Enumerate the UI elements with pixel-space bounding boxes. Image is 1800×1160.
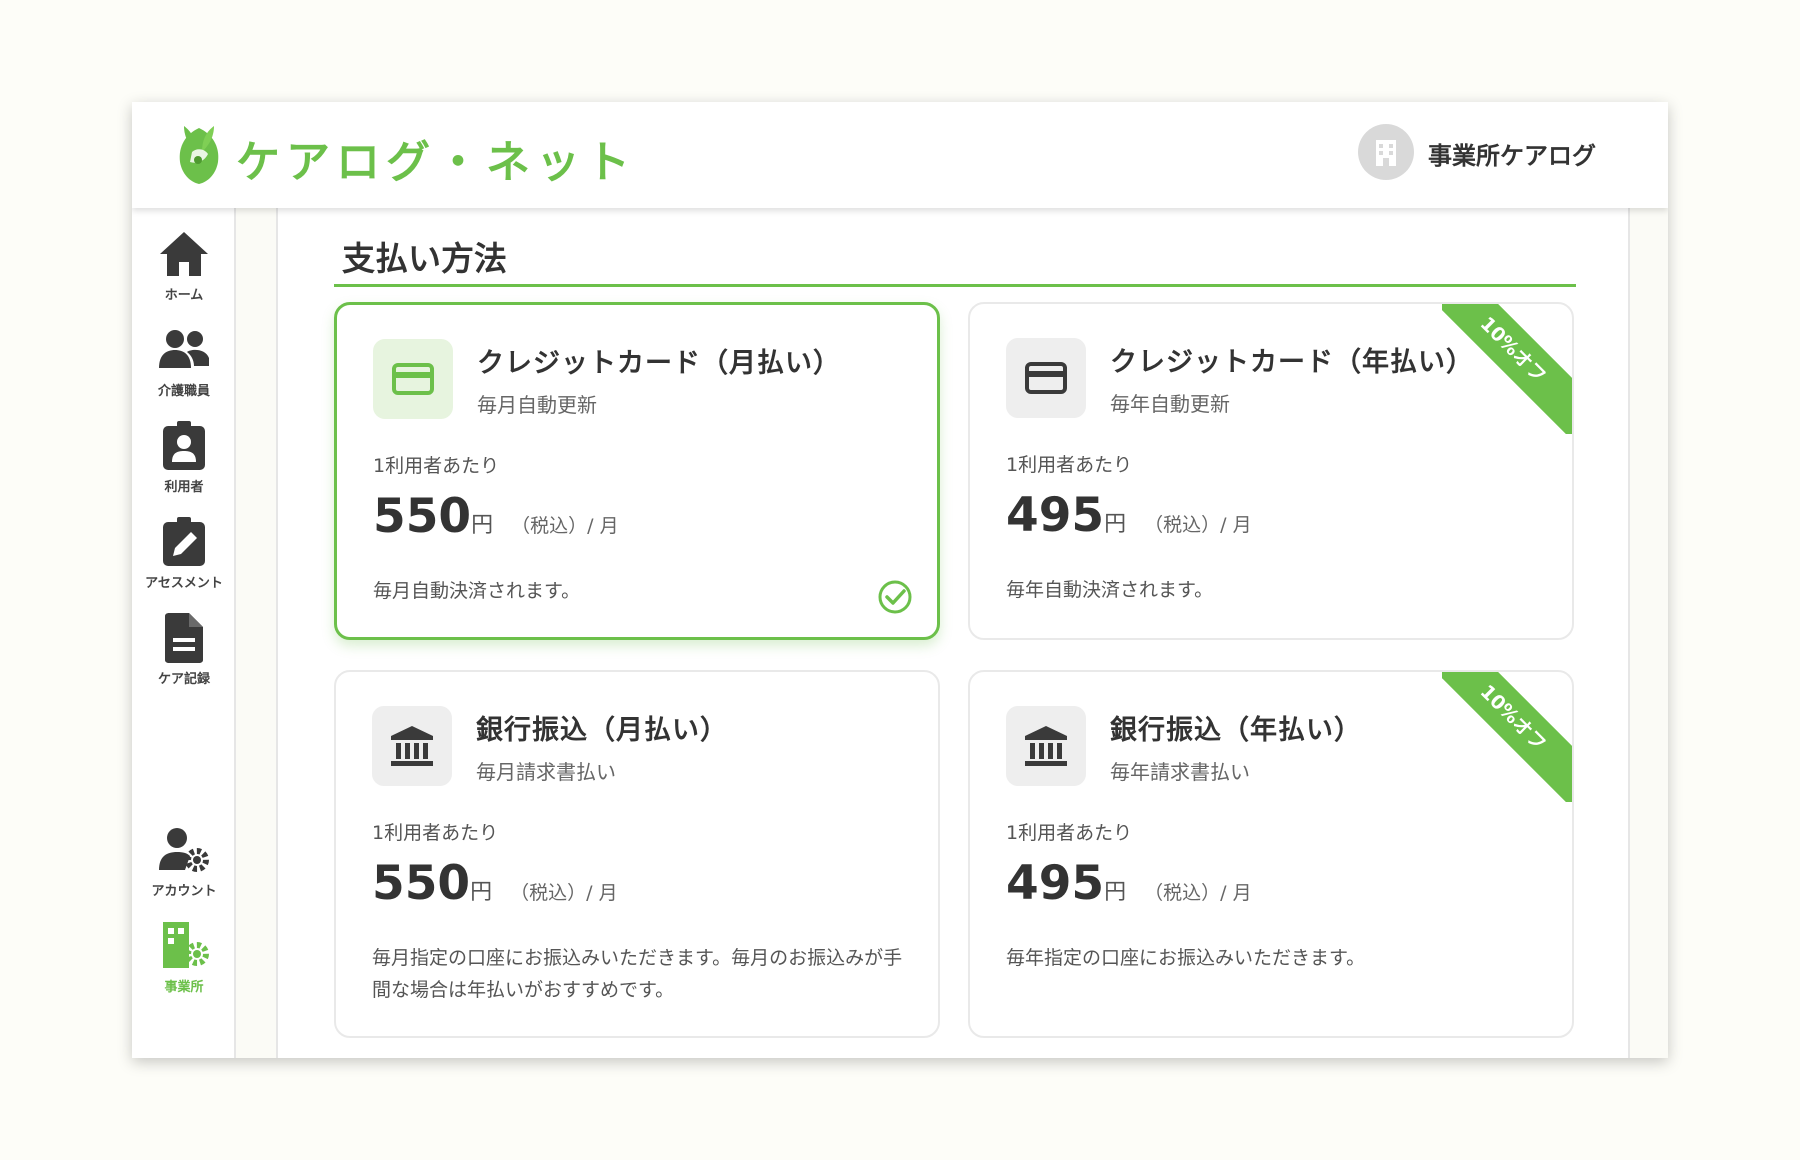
account-settings-icon	[156, 822, 212, 878]
method-description: 毎月自動決済されます。	[373, 580, 581, 602]
price-value: 495	[1006, 488, 1105, 543]
per-user-label: 1利用者あたり	[373, 455, 500, 477]
price-currency: 円	[1104, 512, 1127, 537]
method-title: 銀行振込（年払い）	[1110, 715, 1362, 746]
sidebar-item-home[interactable]: ホーム	[132, 226, 236, 312]
edit-icon	[156, 514, 212, 570]
sidebar-item-label: 介護職員	[157, 384, 210, 399]
sidebar-item-label: アカウント	[151, 884, 217, 899]
per-user-label: 1利用者あたり	[1006, 454, 1133, 476]
price-currency: 円	[471, 513, 494, 538]
sidebar-item-label: 事業所	[164, 980, 204, 995]
price-value: 550	[372, 856, 471, 911]
payment-option-bank-yearly[interactable]: 銀行振込（年払い） 毎年請求書払い 1利用者あたり 495円 （税込）/ 月 毎年…	[968, 670, 1574, 1038]
per-user-label: 1利用者あたり	[372, 822, 499, 844]
app-header: ケアログ・ネット 事業所ケアログ	[132, 102, 1668, 208]
method-subtitle: 毎月請求書払い	[476, 760, 616, 784]
payment-option-credit-yearly[interactable]: クレジットカード（年払い） 毎年自動更新 1利用者あたり 495円 （税込）/ 月…	[968, 302, 1574, 640]
sidebar-item-office[interactable]: 事業所	[132, 918, 236, 1004]
sidebar-item-care-records[interactable]: ケア記録	[132, 610, 236, 696]
sidebar-item-label: アセスメント	[145, 576, 223, 591]
office-avatar[interactable]	[1358, 124, 1414, 180]
sidebar: ホーム 介護職員 利用者 アセスメント ケア記録 アカウント 事業所	[132, 208, 236, 1058]
payment-option-credit-monthly[interactable]: クレジットカード（月払い） 毎月自動更新 1利用者あたり 550円 （税込）/ 月…	[334, 302, 940, 640]
method-description: 毎年指定の口座にお振込みいただきます。	[1006, 947, 1366, 969]
credit-card-icon	[373, 339, 453, 419]
price-currency: 円	[470, 880, 493, 905]
method-description: 毎月指定の口座にお振込みいただきます。毎月のお振込みが手間な場合は年払いがおすす…	[372, 947, 903, 1001]
page-title: 支払い方法	[342, 239, 507, 278]
price-row: 550円 （税込）/ 月	[372, 856, 618, 911]
sidebar-item-account[interactable]: アカウント	[132, 822, 236, 908]
price-row: 550円 （税込）/ 月	[373, 489, 619, 544]
app-window: ケアログ・ネット 事業所ケアログ ホーム 介護職員 利用者 アセスメント ケア記…	[132, 102, 1668, 1058]
sub-sidebar-rail	[236, 208, 278, 1058]
method-subtitle: 毎年自動更新	[1110, 392, 1230, 416]
bank-icon	[372, 706, 452, 786]
building-icon	[1376, 140, 1396, 166]
discount-ribbon-label: 10%オフ	[1442, 672, 1572, 802]
price-currency: 円	[1104, 880, 1127, 905]
discount-ribbon: 10%オフ	[1442, 672, 1572, 802]
app-logo-text: ケアログ・ネット	[236, 137, 636, 188]
office-name[interactable]: 事業所ケアログ	[1428, 136, 1596, 171]
home-icon	[156, 226, 212, 282]
sidebar-item-label: 利用者	[164, 480, 204, 495]
price-tax-period: （税込）/ 月	[1144, 514, 1252, 536]
sidebar-item-staff[interactable]: 介護職員	[132, 322, 236, 408]
per-user-label: 1利用者あたり	[1006, 822, 1133, 844]
method-title: クレジットカード（年払い）	[1110, 347, 1474, 378]
office-settings-icon	[156, 918, 212, 974]
method-description: 毎年自動決済されます。	[1006, 579, 1214, 601]
sidebar-item-label: ホーム	[164, 288, 204, 303]
user-badge-icon	[156, 418, 212, 474]
method-title: 銀行振込（月払い）	[476, 715, 728, 746]
sidebar-item-label: ケア記録	[157, 672, 210, 687]
right-rail	[1628, 208, 1668, 1058]
price-tax-period: （税込）/ 月	[1144, 882, 1252, 904]
document-icon	[156, 610, 212, 666]
logo-leaf-icon	[174, 122, 224, 186]
staff-icon	[156, 322, 212, 378]
discount-ribbon-label: 10%オフ	[1442, 304, 1572, 434]
check-circle-icon	[877, 579, 913, 615]
method-subtitle: 毎年請求書払い	[1110, 760, 1250, 784]
price-row: 495円 （税込）/ 月	[1006, 856, 1252, 911]
price-value: 495	[1006, 856, 1105, 911]
sidebar-item-users[interactable]: 利用者	[132, 418, 236, 504]
price-tax-period: （税込）/ 月	[510, 882, 618, 904]
title-underline	[334, 284, 1576, 287]
method-title: クレジットカード（月払い）	[477, 348, 841, 379]
method-subtitle: 毎月自動更新	[477, 393, 597, 417]
price-value: 550	[373, 489, 472, 544]
price-row: 495円 （税込）/ 月	[1006, 488, 1252, 543]
payment-option-bank-monthly[interactable]: 銀行振込（月払い） 毎月請求書払い 1利用者あたり 550円 （税込）/ 月 毎月…	[334, 670, 940, 1038]
discount-ribbon: 10%オフ	[1442, 304, 1572, 434]
credit-card-icon	[1006, 338, 1086, 418]
bank-icon	[1006, 706, 1086, 786]
price-tax-period: （税込）/ 月	[511, 515, 619, 537]
sidebar-item-assessment[interactable]: アセスメント	[132, 514, 236, 600]
